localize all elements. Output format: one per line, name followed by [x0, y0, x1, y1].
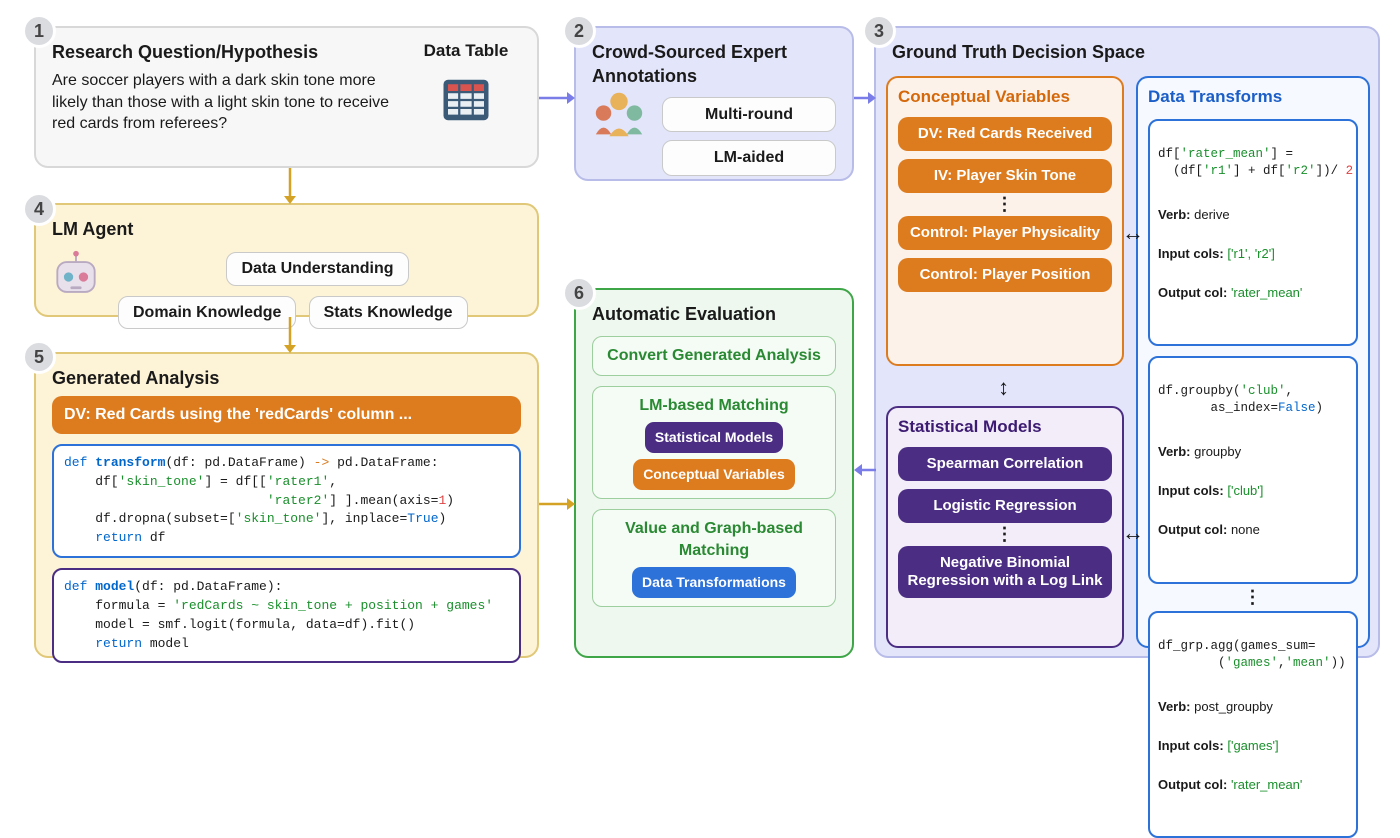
transform-card-3: df_grp.agg(games_sum= ('games','mean')) …: [1148, 611, 1358, 838]
agent-chip-stats-knowledge: Stats Knowledge: [309, 296, 468, 330]
panel-research-question: Research Question/Hypothesis Are soccer …: [34, 26, 539, 168]
input-label: Input cols:: [1158, 246, 1224, 261]
verb-1: derive: [1194, 207, 1229, 222]
panel-1-title-left: Research Question/Hypothesis: [52, 40, 393, 64]
concept-control-position: Control: Player Position: [898, 258, 1112, 292]
model-nbinom: Negative Binomial Regression with a Log …: [898, 546, 1112, 598]
agent-chip-data-understanding: Data Understanding: [226, 252, 408, 286]
model-logistic: Logistic Regression: [898, 489, 1112, 523]
agent-chip-domain-knowledge: Domain Knowledge: [118, 296, 296, 330]
input-1: ['r1', 'r2']: [1227, 246, 1275, 261]
transform-code-1: df['rater_mean'] = (df['r1'] + df['r2'])…: [1158, 147, 1353, 178]
arrow-down-icon: [280, 317, 300, 353]
verb-3: post_groupby: [1194, 699, 1273, 714]
eval-convert-title: Convert Generated Analysis: [603, 345, 825, 367]
step-badge-4: 4: [22, 192, 56, 226]
panel-2-title: Crowd-Sourced Expert Annotations: [592, 40, 836, 89]
annotation-chip-multiround: Multi-round: [662, 97, 836, 133]
model-spearman: Spearman Correlation: [898, 447, 1112, 481]
people-icon: [590, 86, 648, 144]
annotation-chip-lmaided: LM-aided: [662, 140, 836, 176]
panel-4-title: LM Agent: [52, 217, 521, 241]
panel-ground-truth: Ground Truth Decision Space Conceptual V…: [874, 26, 1380, 658]
statistical-models-title: Statistical Models: [898, 416, 1112, 439]
code-block-transform: def transform(df: pd.DataFrame) -> pd.Da…: [52, 444, 521, 558]
eval-lm-matching-title: LM-based Matching: [603, 395, 825, 417]
step-badge-3: 3: [862, 14, 896, 48]
step-badge-2: 2: [562, 14, 596, 48]
dv-summary-bar: DV: Red Cards using the 'redCards' colum…: [52, 396, 521, 434]
robot-icon: [48, 249, 104, 305]
bidirectional-arrow-icon: ↔: [1122, 518, 1144, 548]
research-question-text: Are soccer players with a dark skin tone…: [52, 70, 393, 135]
eval-pill-conceptual: Conceptual Variables: [633, 459, 795, 490]
eval-sub-graph-matching: Value and Graph-based Matching Data Tran…: [592, 509, 836, 607]
verb-label: Verb:: [1158, 207, 1191, 222]
eval-sub-lm-matching: LM-based Matching Statistical Models Con…: [592, 386, 836, 499]
output-1: 'rater_mean': [1231, 285, 1302, 300]
data-transforms-title: Data Transforms: [1148, 86, 1358, 109]
concept-dv: DV: Red Cards Received: [898, 117, 1112, 151]
eval-pill-data-transforms: Data Transformations: [632, 567, 796, 598]
output-label: Output col:: [1158, 777, 1227, 792]
ellipsis-icon: ⋮: [898, 201, 1112, 208]
input-label: Input cols:: [1158, 738, 1224, 753]
arrow-right-icon: [539, 494, 575, 514]
data-table-icon: [439, 73, 493, 127]
input-2: ['club']: [1227, 483, 1263, 498]
step-badge-5: 5: [22, 340, 56, 374]
input-3: ['games']: [1227, 738, 1278, 753]
concept-iv: IV: Player Skin Tone: [898, 159, 1112, 193]
verb-label: Verb:: [1158, 444, 1191, 459]
output-3: 'rater_mean': [1231, 777, 1302, 792]
arrow-down-icon: [280, 168, 300, 204]
arrow-left-icon: [854, 460, 876, 480]
transform-card-2: df.groupby('club', as_index=False) Verb:…: [1148, 356, 1358, 583]
ellipsis-icon: ⋮: [898, 531, 1112, 538]
verb-2: groupby: [1194, 444, 1241, 459]
eval-pill-stat-models: Statistical Models: [645, 422, 783, 453]
panel-5-title: Generated Analysis: [52, 366, 521, 390]
transform-card-1: df['rater_mean'] = (df['r1'] + df['r2'])…: [1148, 119, 1358, 346]
ellipsis-icon: ⋮: [1148, 594, 1358, 601]
subpanel-conceptual-variables: Conceptual Variables DV: Red Cards Recei…: [886, 76, 1124, 366]
panel-lm-agent: LM Agent Data Understanding Domain Knowl…: [34, 203, 539, 317]
transform-code-3: df_grp.agg(games_sum= ('games','mean')): [1158, 639, 1346, 670]
conceptual-variables-title: Conceptual Variables: [898, 86, 1112, 109]
arrow-right-icon: [539, 88, 575, 108]
eval-sub-convert: Convert Generated Analysis: [592, 336, 836, 376]
bidirectional-arrow-icon: ↔: [1122, 218, 1144, 248]
verb-label: Verb:: [1158, 699, 1191, 714]
subpanel-data-transforms: Data Transforms df['rater_mean'] = (df['…: [1136, 76, 1370, 648]
input-label: Input cols:: [1158, 483, 1224, 498]
bidirectional-arrow-icon: ↔: [992, 378, 1022, 400]
arrow-right-icon: [854, 88, 876, 108]
transform-code-2: df.groupby('club', as_index=False): [1158, 384, 1323, 415]
panel-generated-analysis: Generated Analysis DV: Red Cards using t…: [34, 352, 539, 658]
panel-1-title-right: Data Table: [411, 40, 521, 63]
panel-3-title: Ground Truth Decision Space: [892, 40, 1362, 64]
panel-crowd-annotations: Crowd-Sourced Expert Annotations Multi-r…: [574, 26, 854, 181]
subpanel-statistical-models: Statistical Models Spearman Correlation …: [886, 406, 1124, 648]
concept-control-physicality: Control: Player Physicality: [898, 216, 1112, 250]
code-block-model: def model(df: pd.DataFrame): formula = '…: [52, 568, 521, 663]
output-label: Output col:: [1158, 285, 1227, 300]
panel-6-title: Automatic Evaluation: [592, 302, 836, 326]
output-2: none: [1231, 522, 1260, 537]
output-label: Output col:: [1158, 522, 1227, 537]
eval-graph-matching-title: Value and Graph-based Matching: [603, 518, 825, 561]
panel-automatic-evaluation: Automatic Evaluation Convert Generated A…: [574, 288, 854, 658]
step-badge-6: 6: [562, 276, 596, 310]
step-badge-1: 1: [22, 14, 56, 48]
